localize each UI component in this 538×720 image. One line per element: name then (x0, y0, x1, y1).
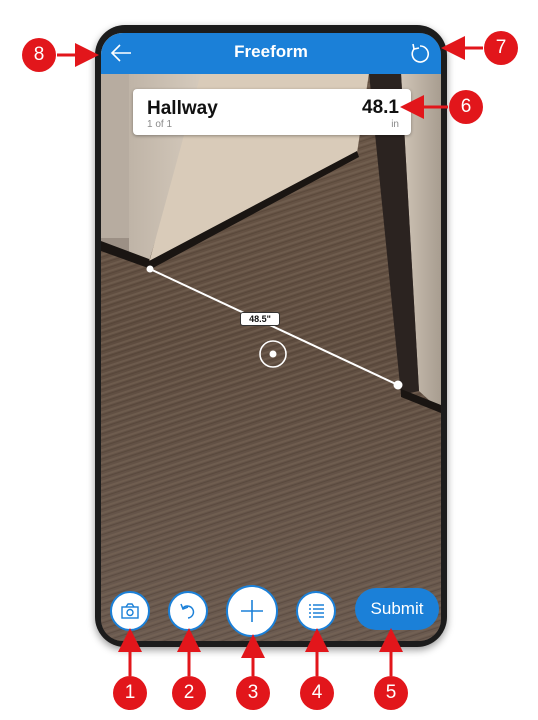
top-app-bar: Freeform (101, 33, 441, 74)
camera-icon (121, 603, 139, 619)
checklist-icon (309, 604, 324, 618)
measurements-list-button[interactable] (296, 591, 336, 631)
measurement-unit: in (391, 119, 399, 130)
measurement-value: 48.1 (362, 97, 399, 118)
callout-7: 7 (484, 31, 518, 65)
callout-1: 1 (113, 676, 147, 710)
callout-2: 2 (172, 676, 206, 710)
measurement-name: Hallway (147, 98, 218, 119)
add-point-button[interactable] (226, 585, 278, 637)
segment-length-label: 48.5" (240, 312, 280, 326)
callout-5: 5 (374, 676, 408, 710)
measurement-card[interactable]: Hallway 1 of 1 48.1 in (133, 89, 411, 135)
measurement-count: 1 of 1 (147, 119, 173, 130)
page-title: Freeform (234, 42, 308, 61)
callout-3: 3 (236, 676, 270, 710)
undo-icon (180, 603, 195, 619)
callout-8: 8 (22, 38, 56, 72)
callout-4: 4 (300, 676, 334, 710)
undo-button[interactable] (168, 591, 208, 631)
plus-icon (241, 600, 263, 622)
reset-icon[interactable] (407, 41, 433, 67)
callout-6: 6 (449, 90, 483, 124)
app-screen: 48.5" Freeform Hallway 1 of 1 48.1 in Su… (101, 33, 441, 641)
camera-button[interactable] (110, 591, 150, 631)
submit-button[interactable]: Submit (355, 588, 439, 630)
